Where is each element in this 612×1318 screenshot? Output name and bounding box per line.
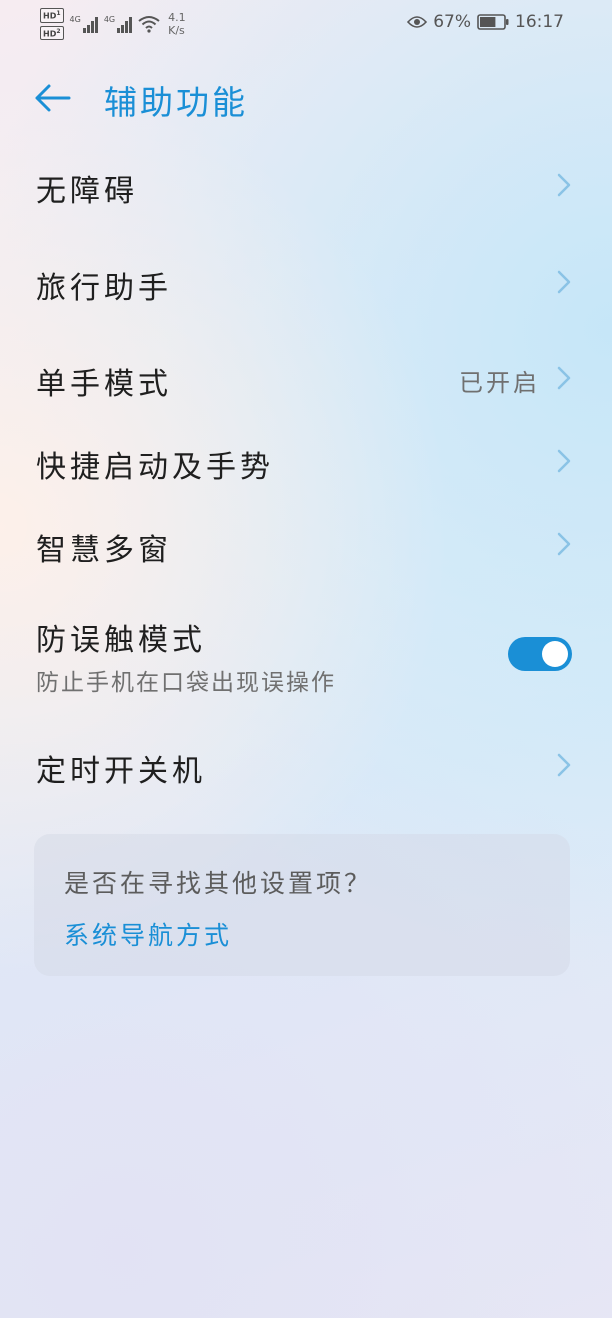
settings-item-description: 防止手机在口袋出现误操作 bbox=[36, 670, 336, 696]
settings-item-pocket-mode[interactable]: 防误触模式 防止手机在口袋出现误操作 bbox=[0, 605, 612, 705]
settings-item-label: 旅行助手 bbox=[36, 271, 172, 306]
settings-item-scheduled-power[interactable]: 定时开关机 bbox=[0, 730, 612, 800]
back-button[interactable] bbox=[32, 78, 72, 118]
status-bar: HD1 HD2 4G 4G 4.1 K/s 67% 16:17 bbox=[0, 0, 612, 48]
status-left: HD1 HD2 4G 4G 4.1 K/s bbox=[40, 8, 186, 41]
settings-item-quick-launch[interactable]: 快捷启动及手势 bbox=[0, 426, 612, 496]
eye-icon bbox=[407, 16, 428, 28]
app-bar: 辅助功能 bbox=[0, 68, 612, 128]
toggle-knob bbox=[542, 641, 568, 667]
volte-badge-sim1: HD1 bbox=[40, 8, 64, 23]
wifi-icon bbox=[138, 16, 160, 33]
volte-badge-sim2: HD2 bbox=[40, 25, 64, 41]
clock: 16:17 bbox=[515, 12, 564, 32]
chevron-right-icon bbox=[557, 270, 571, 294]
pocket-mode-toggle[interactable] bbox=[508, 637, 572, 671]
settings-item-label: 快捷启动及手势 bbox=[36, 450, 274, 485]
system-navigation-link[interactable]: 系统导航方式 bbox=[64, 916, 232, 952]
chevron-right-icon bbox=[557, 753, 571, 777]
settings-item-label: 定时开关机 bbox=[36, 754, 206, 789]
settings-item-label: 单手模式 bbox=[36, 367, 172, 402]
back-arrow-icon bbox=[35, 84, 71, 112]
settings-item-label: 无障碍 bbox=[36, 174, 138, 209]
settings-item-label: 防误触模式 bbox=[36, 623, 206, 658]
battery-icon bbox=[477, 14, 509, 30]
suggestion-card: 是否在寻找其他设置项？ 系统导航方式 bbox=[34, 834, 570, 976]
chevron-right-icon bbox=[557, 173, 571, 197]
chevron-right-icon bbox=[557, 366, 571, 390]
settings-item-label: 智慧多窗 bbox=[36, 533, 172, 568]
settings-item-smart-multiwindow[interactable]: 智慧多窗 bbox=[0, 509, 612, 579]
status-value: 已开启 bbox=[459, 369, 540, 397]
chevron-right-icon bbox=[557, 449, 571, 473]
settings-item-one-hand-mode[interactable]: 单手模式 已开启 bbox=[0, 343, 612, 413]
battery-percent: 67% bbox=[433, 12, 471, 32]
volte-badges: HD1 HD2 bbox=[40, 8, 64, 41]
chevron-right-icon bbox=[557, 532, 571, 556]
page-title: 辅助功能 bbox=[104, 83, 248, 122]
signal-icon-sim1: 4G bbox=[70, 15, 98, 34]
suggestion-card-title: 是否在寻找其他设置项？ bbox=[64, 869, 373, 898]
network-speed: 4.1 K/s bbox=[168, 11, 186, 38]
status-right: 67% 16:17 bbox=[407, 12, 564, 32]
signal-icon-sim2: 4G bbox=[104, 15, 133, 34]
settings-item-travel-assistant[interactable]: 旅行助手 bbox=[0, 247, 612, 317]
settings-item-accessibility[interactable]: 无障碍 bbox=[0, 150, 612, 220]
